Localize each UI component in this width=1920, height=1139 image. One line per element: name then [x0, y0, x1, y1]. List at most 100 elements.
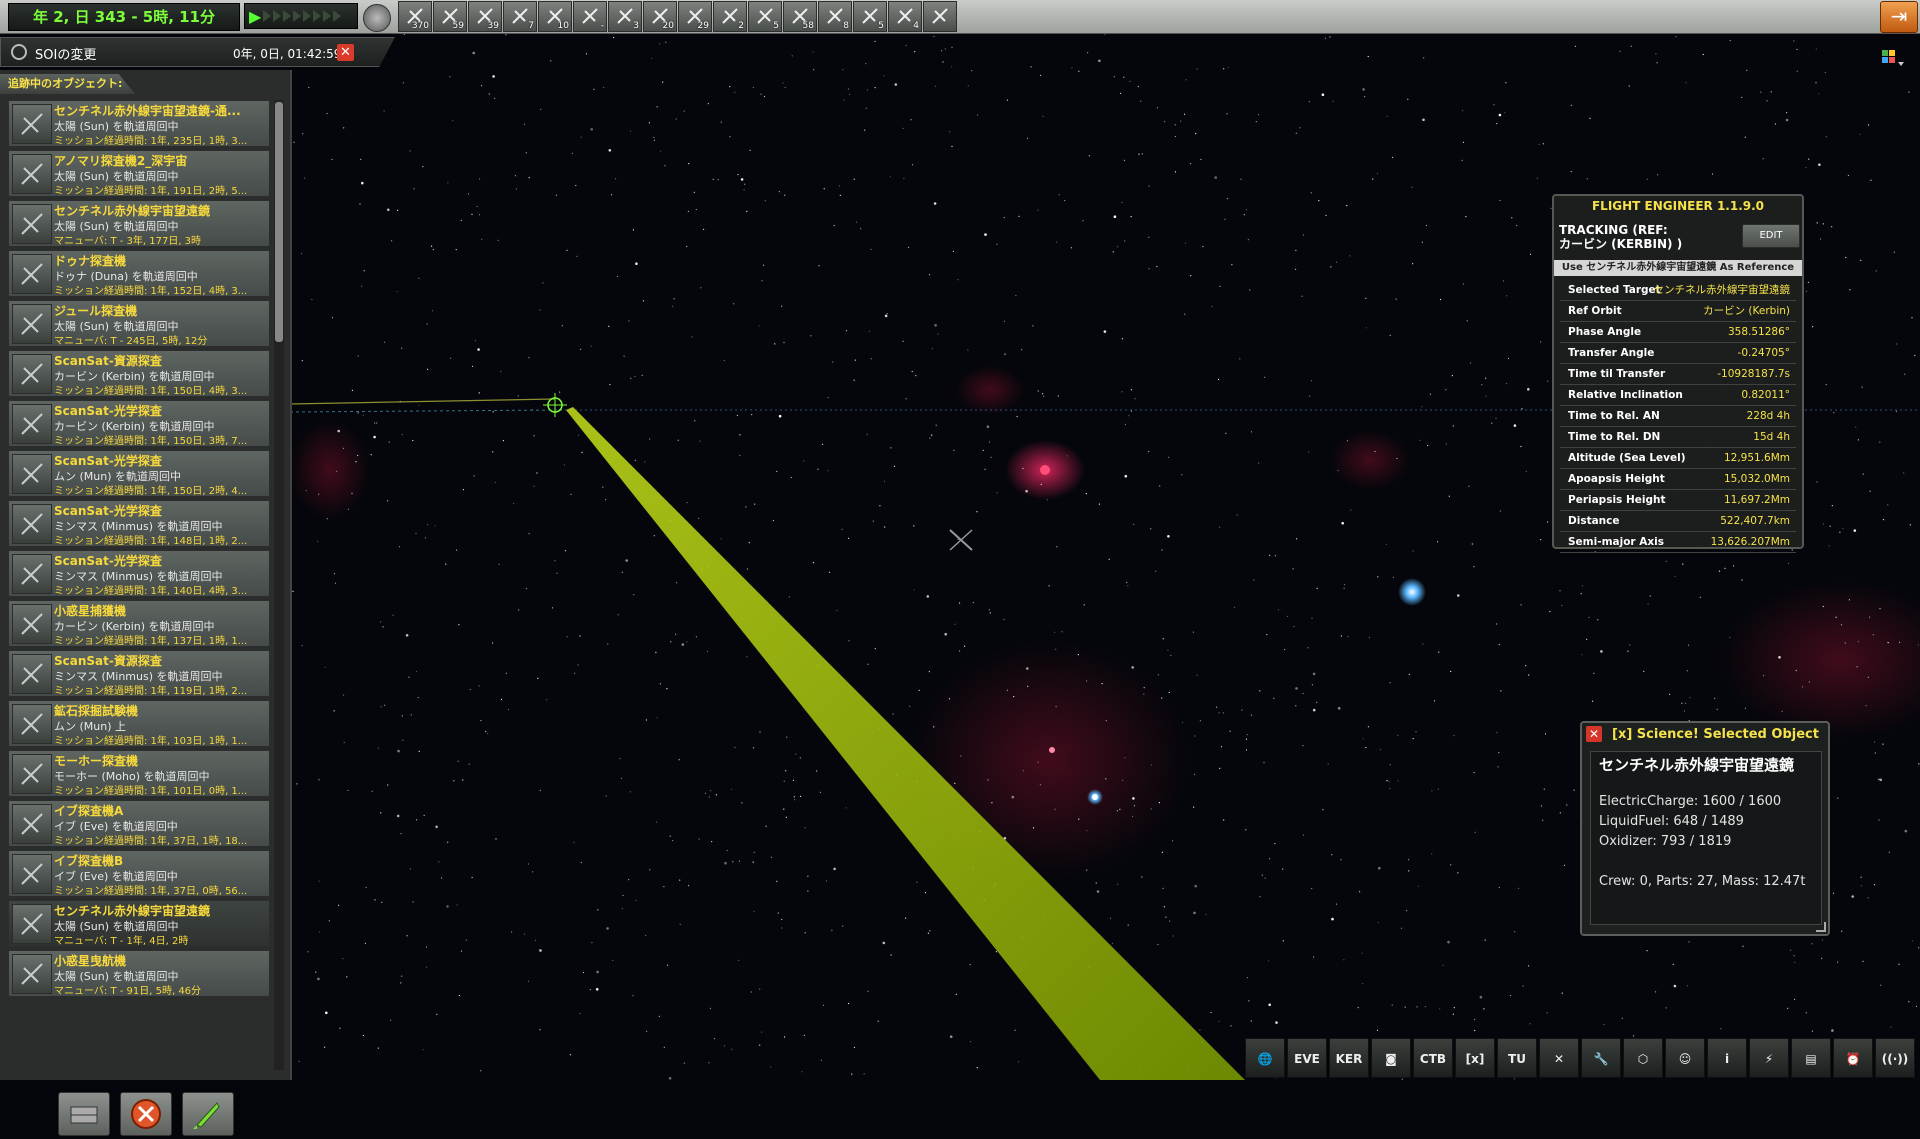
filter-sciencepart-button[interactable]: 4 — [888, 1, 922, 32]
rocket-icon — [193, 1102, 220, 1129]
readout-row: Time to Rel. AN 228d 4h — [1560, 406, 1796, 427]
filter-lander-button[interactable]: 10 — [538, 1, 572, 32]
list-item[interactable]: センチネル赤外線宇宙望遠鏡-通... 太陽 (Sun) を軌道周回中 ミッション経過… — [8, 100, 270, 147]
vessel-type-icon — [12, 154, 52, 194]
tutx-icon[interactable]: TU — [1497, 1038, 1537, 1078]
vessel-status: ミッション経過時間: 1年, 140日, 4時, 3... — [54, 586, 248, 597]
list-item[interactable]: ScanSat-資源探査 ミンマス (Minmus) を軌道周回中 ミッション経過時… — [8, 650, 270, 697]
close-icon[interactable]: ✕ — [337, 44, 354, 61]
crossed-icon[interactable]: ✕ — [1539, 1038, 1579, 1078]
list-item[interactable]: ScanSat-光学探査 ミンマス (Minmus) を軌道周回中 ミッション経過時… — [8, 550, 270, 597]
app-launcher-icon[interactable] — [1880, 48, 1904, 72]
list-item[interactable]: ジュール探査機 太陽 (Sun) を軌道周回中 マニューバ: T - 245日, 5… — [8, 300, 270, 347]
info-icon[interactable]: i — [1707, 1038, 1747, 1078]
filter-deployed-button[interactable]: 5 — [853, 1, 887, 32]
wrench-icon[interactable]: 🔧 — [1581, 1038, 1621, 1078]
warp-step-icon[interactable] — [313, 10, 322, 22]
filter-eva-button[interactable]: 2 — [713, 1, 747, 32]
filter-station-button[interactable]: 7 — [503, 1, 537, 32]
vessel-name: ScanSat-光学探査 — [54, 454, 162, 468]
list-item[interactable]: ScanSat-光学探査 ミンマス (Minmus) を軌道周回中 ミッション経過時… — [8, 500, 270, 547]
list-item[interactable]: 小惑星捕獲機 カービン (Kerbin) を軌道周回中 ミッション経過時間: 1年,… — [8, 600, 270, 647]
list-item[interactable]: アノマリ探査機2_深宇宙 太陽 (Sun) を軌道周回中 ミッション経過時間: 1年… — [8, 150, 270, 197]
mechjeb-icon[interactable]: ⚡ — [1749, 1038, 1789, 1078]
filter-count: 20 — [662, 21, 674, 31]
notes-icon[interactable]: ▤ — [1791, 1038, 1831, 1078]
warp-step-icon[interactable] — [323, 10, 332, 22]
oxidizer: Oxidizer: 793 / 1819 — [1599, 834, 1732, 849]
filter-collapse-button[interactable] — [923, 1, 957, 32]
ker-icon[interactable]: KER — [1329, 1038, 1369, 1078]
camera-icon[interactable]: ◙ — [1371, 1038, 1411, 1078]
readout-row: Phase Angle 358.51286° — [1560, 322, 1796, 343]
top-toolbar: 年 2, 日 343 - 5時, 11分 ▶ 370 59 39 7 10 - 3 20 29 2… — [0, 0, 1920, 34]
science-selected-object-window[interactable]: ✕ [x] Science! Selected Object センチネル赤外線宇… — [1580, 721, 1830, 936]
warp-step-icon[interactable] — [263, 10, 272, 22]
kerbal-icon[interactable]: ☺ — [1665, 1038, 1705, 1078]
list-item[interactable]: イブ探査機A イブ (Eve) を軌道周回中 ミッション経過時間: 1年, 37日,… — [8, 800, 270, 847]
science-x-icon[interactable]: [x] — [1455, 1038, 1495, 1078]
eve-icon[interactable]: EVE — [1287, 1038, 1327, 1078]
list-item[interactable]: センチネル赤外線宇宙望遠鏡 太陽 (Sun) を軌道周回中 マニューバ: T - 1… — [8, 900, 270, 947]
ctb-icon[interactable]: CTB — [1413, 1038, 1453, 1078]
readout-row: Time til Transfer -10928187.7s — [1560, 364, 1796, 385]
readout-value: 12,951.6Mm — [1723, 452, 1790, 464]
time-warp-control[interactable]: ▶ — [244, 3, 358, 29]
filter-flag-button[interactable]: 5 — [748, 1, 782, 32]
filter-count: 7 — [528, 21, 534, 31]
filter-base-button[interactable]: 29 — [678, 1, 712, 32]
edit-button[interactable]: EDIT — [1742, 224, 1800, 248]
list-item[interactable]: センチネル赤外線宇宙望遠鏡 太陽 (Sun) を軌道周回中 マニューバ: T - 3… — [8, 200, 270, 247]
close-icon[interactable]: ✕ — [1586, 726, 1602, 742]
vessel-name: ScanSat-資源探査 — [54, 654, 162, 668]
play-icon[interactable]: ▶ — [249, 7, 261, 26]
vessel-type-icon — [12, 654, 52, 694]
antenna-icon[interactable]: ((·)) — [1875, 1038, 1915, 1078]
readout-label: Altitude (Sea Level) — [1568, 452, 1686, 464]
scrollbar-thumb[interactable] — [275, 102, 283, 342]
vessel-status: ミッション経過時間: 1年, 148日, 1時, 2... — [54, 536, 248, 547]
terminate-vessel-button[interactable] — [120, 1092, 172, 1136]
vessel-type-icon — [12, 304, 52, 344]
warp-step-icon[interactable] — [303, 10, 312, 22]
vessel-status: ミッション経過時間: 1年, 191日, 2時, 5... — [54, 186, 248, 197]
list-item[interactable]: 小惑星曳航機 太陽 (Sun) を軌道周回中 マニューバ: T - 91日, 5時,… — [8, 950, 270, 997]
filter-unknown-button[interactable]: 8 — [818, 1, 852, 32]
vessel-type-icon — [12, 854, 52, 894]
warp-step-icon[interactable] — [273, 10, 282, 22]
filter-plane-button[interactable]: 20 — [643, 1, 677, 32]
globe-icon[interactable]: 🌐 — [1245, 1038, 1285, 1078]
list-item[interactable]: イブ探査機B イブ (Eve) を軌道周回中 ミッション経過時間: 1年, 37日,… — [8, 850, 270, 897]
filter-ship-button[interactable]: 59 — [433, 1, 467, 32]
list-item[interactable]: 鉱石採掘試験機 ムン (Mun) 上ミッション経過時間: 1年, 103日, 1時… — [8, 700, 270, 747]
filter-relay-button[interactable]: 39 — [468, 1, 502, 32]
list-item[interactable]: ドゥナ探査機 ドゥナ (Duna) を軌道周回中 ミッション経過時間: 1年, 15… — [8, 250, 270, 297]
warp-step-icon[interactable] — [293, 10, 302, 22]
use-as-reference-button[interactable]: Use センチネル赤外線宇宙望遠鏡 As Reference — [1554, 260, 1802, 276]
exit-map-button[interactable]: ⇥ — [1880, 1, 1918, 33]
fly-vessel-button[interactable] — [182, 1092, 234, 1136]
list-item[interactable]: ScanSat-光学探査 ムン (Mun) を軌道周回中 ミッション経過時間: 1年… — [8, 450, 270, 497]
filter-probe-button[interactable]: 370 — [398, 1, 432, 32]
readout-label: Apoapsis Height — [1568, 473, 1665, 485]
vessel-type-icon — [12, 404, 52, 444]
list-item[interactable]: ScanSat-光学探査 カービン (Kerbin) を軌道周回中 ミッション経過時… — [8, 400, 270, 447]
list-item[interactable]: モーホー探査機 モーホー (Moho) を軌道周回中 ミッション経過時間: 1年, … — [8, 750, 270, 797]
flight-engineer-window[interactable]: FLIGHT ENGINEER 1.1.9.0 TRACKING (REF: カ… — [1552, 194, 1804, 553]
warp-step-icon[interactable] — [333, 10, 342, 22]
vessel-type-icon — [12, 254, 52, 294]
alarm-icon[interactable]: ⏰ — [1833, 1038, 1873, 1078]
filter-debris-button[interactable]: - — [573, 1, 607, 32]
filter-rover-button[interactable]: 3 — [608, 1, 642, 32]
resize-grip-icon[interactable] — [1816, 922, 1826, 932]
hex-icon[interactable]: ⬡ — [1623, 1038, 1663, 1078]
vessel-type-icon — [12, 354, 52, 394]
readout-list: Selected Target センチネル赤外線宇宙望遠鏡 Ref Orbit カービ… — [1560, 280, 1796, 553]
warp-step-icon[interactable] — [283, 10, 292, 22]
vessel-status: ミッション経過時間: 1年, 101日, 0時, 1... — [54, 786, 248, 797]
recover-vessel-button[interactable] — [58, 1092, 110, 1136]
filter-asteroid-button[interactable]: 58 — [783, 1, 817, 32]
list-item[interactable]: ScanSat-資源探査 カービン (Kerbin) を軌道周回中 ミッション経過時… — [8, 350, 270, 397]
vessel-name: ScanSat-光学探査 — [54, 404, 162, 418]
warp-dial-icon[interactable] — [363, 4, 391, 32]
